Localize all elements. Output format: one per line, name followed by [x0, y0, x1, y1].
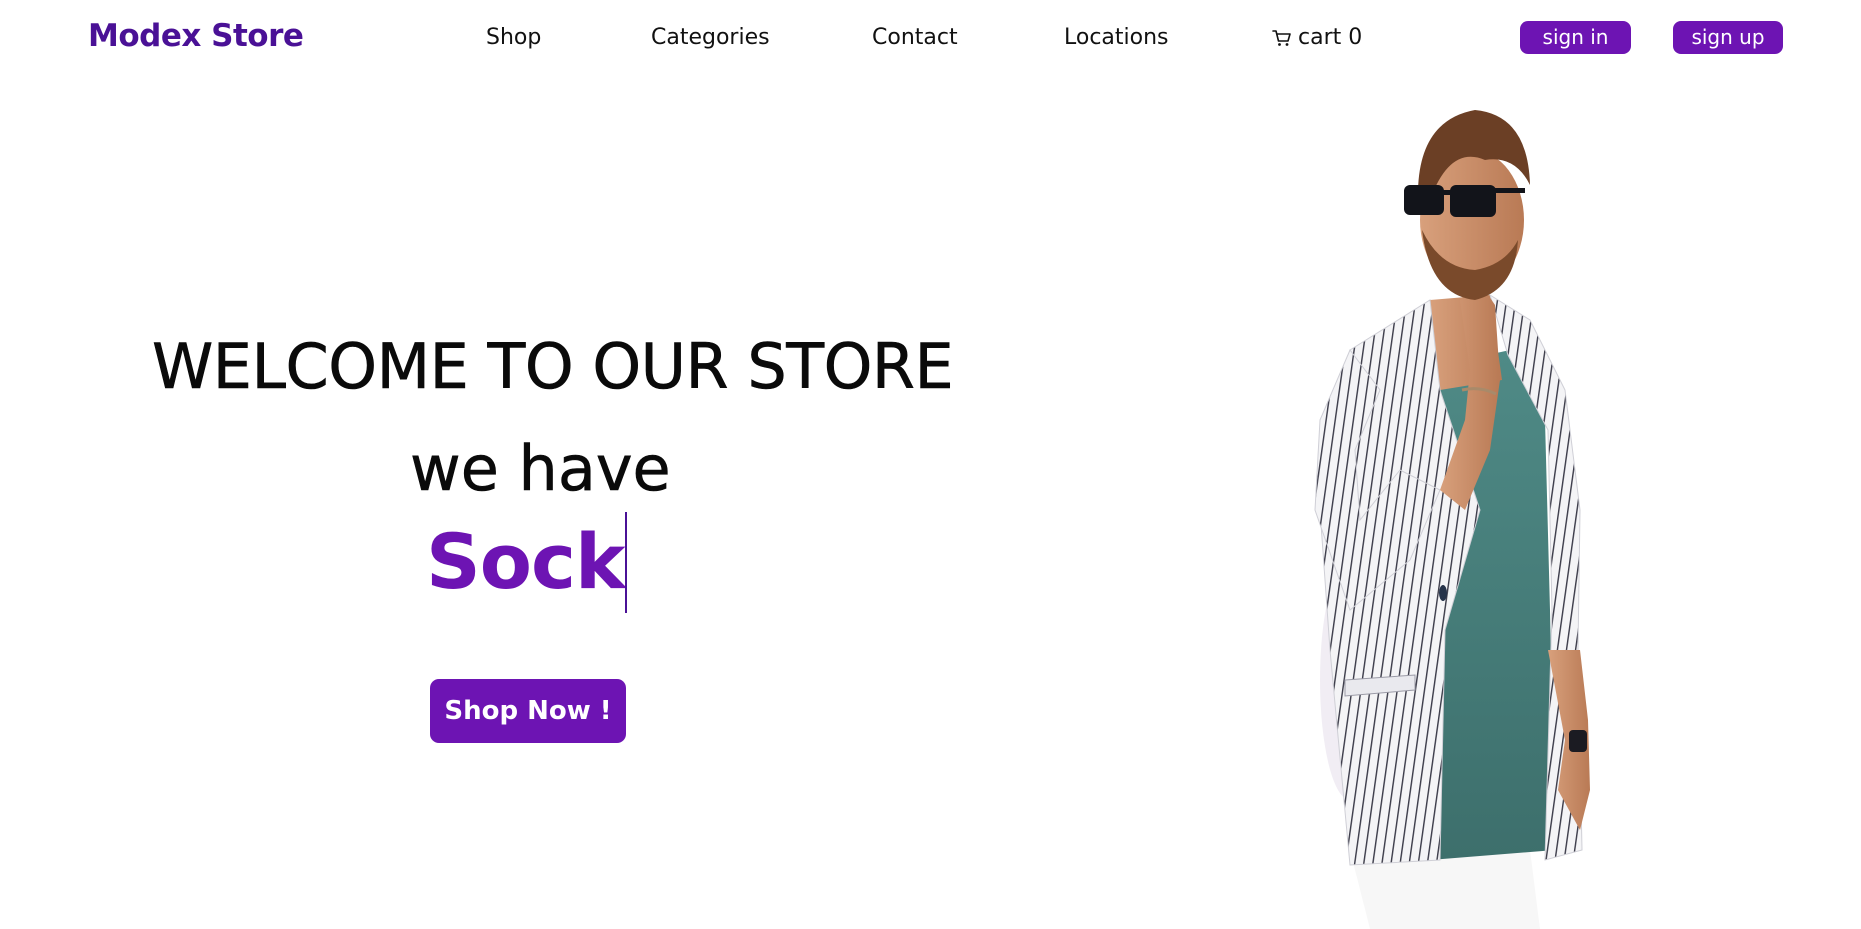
hero-typed-word-container: Sock — [426, 512, 627, 613]
nav-link-shop[interactable]: Shop — [486, 25, 541, 50]
brand-logo[interactable]: Modex Store — [88, 18, 304, 54]
nav-link-contact[interactable]: Contact — [872, 25, 958, 50]
top-navbar: Modex Store Shop Categories Contact Loca… — [0, 0, 1861, 78]
hero-subtitle: we have — [410, 432, 671, 506]
nav-link-categories[interactable]: Categories — [651, 25, 770, 50]
cart-icon — [1272, 28, 1292, 48]
hero-title: WELCOME TO OUR STORE — [152, 330, 954, 404]
cart-count: 0 — [1348, 25, 1363, 50]
nav-link-locations[interactable]: Locations — [1064, 25, 1169, 50]
hero-model-image — [1290, 90, 1710, 929]
page: Modex Store Shop Categories Contact Loca… — [0, 0, 1861, 929]
sign-in-button[interactable]: sign in — [1520, 21, 1631, 54]
cart-label: cart — [1298, 25, 1342, 50]
typing-caret — [624, 512, 627, 613]
hero-typed-word: Sock — [426, 517, 626, 606]
sign-up-button[interactable]: sign up — [1673, 21, 1783, 54]
nav-cart-link[interactable]: cart 0 — [1272, 25, 1362, 50]
cart-text: cart 0 — [1298, 25, 1362, 50]
shop-now-button[interactable]: Shop Now ! — [430, 679, 626, 743]
